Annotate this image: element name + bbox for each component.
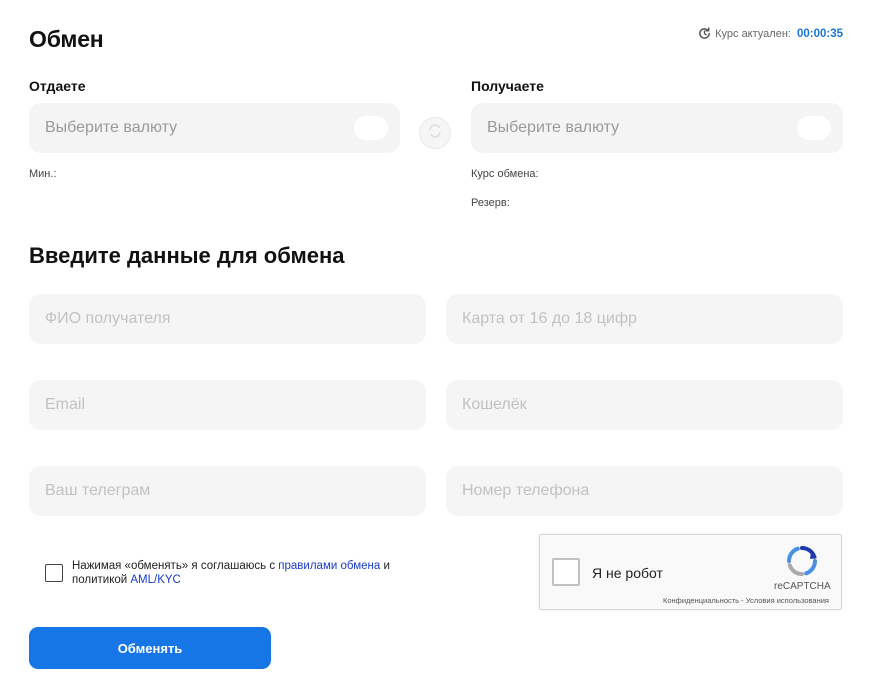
get-currency-select[interactable]: Выберите валюту: [471, 103, 843, 153]
agreement-text: Нажимая «обменять» я соглашаюсь с правил…: [72, 559, 417, 587]
agreement-text-before: Нажимая «обменять» я соглашаюсь с: [72, 560, 279, 572]
recaptcha-brand: reCAPTCHA: [774, 581, 831, 592]
recaptcha-widget: Я не робот reCAPTCHA Конфиденциальность …: [539, 534, 842, 610]
recaptcha-terms-link[interactable]: Условия использования: [746, 596, 829, 605]
agreement: Нажимая «обменять» я соглашаюсь с правил…: [45, 559, 417, 587]
card-number-input[interactable]: [446, 294, 843, 344]
form-title: Введите данные для обмена: [29, 243, 345, 268]
exchange-rate-label: Курс обмена:: [471, 168, 539, 180]
recaptcha-terms: Конфиденциальность - Условия использован…: [663, 596, 829, 605]
rate-status-label: Курс актуален:: [715, 27, 791, 40]
recaptcha-checkbox[interactable]: [552, 558, 580, 586]
exchange-rules-link[interactable]: правилами обмена: [278, 560, 380, 572]
agreement-checkbox[interactable]: [45, 564, 63, 582]
give-currency-placeholder: Выберите валюту: [45, 119, 178, 136]
full-name-input[interactable]: [29, 294, 426, 344]
telegram-input[interactable]: [29, 466, 426, 516]
recaptcha-logo-icon: [785, 544, 819, 578]
wallet-input[interactable]: [446, 380, 843, 430]
recaptcha-label: Я не робот: [592, 565, 663, 581]
swap-icon: [427, 123, 443, 144]
rate-timer: 00:00:35: [796, 27, 843, 40]
give-currency-select[interactable]: Выберите валюту: [29, 103, 400, 153]
get-currency-placeholder: Выберите валюту: [487, 119, 620, 136]
aml-kyc-link[interactable]: AML/KYC: [130, 574, 181, 586]
get-label: Получаете: [471, 78, 544, 94]
recaptcha-separator: -: [739, 596, 746, 605]
clock-refresh-icon: [698, 27, 711, 40]
currency-icon-placeholder: [797, 116, 831, 140]
exchange-submit-button[interactable]: Обменять: [29, 627, 271, 669]
reserve-label: Резерв:: [471, 197, 510, 209]
rate-status: Курс актуален: 00:00:35: [698, 27, 843, 40]
phone-input[interactable]: [446, 466, 843, 516]
swap-button[interactable]: [419, 117, 451, 149]
page-title: Обмен: [29, 26, 104, 52]
give-label: Отдаете: [29, 78, 86, 94]
currency-icon-placeholder: [354, 116, 388, 140]
min-amount-label: Мин.:: [29, 168, 57, 180]
recaptcha-privacy-link[interactable]: Конфиденциальность: [663, 596, 739, 605]
email-input[interactable]: [29, 380, 426, 430]
